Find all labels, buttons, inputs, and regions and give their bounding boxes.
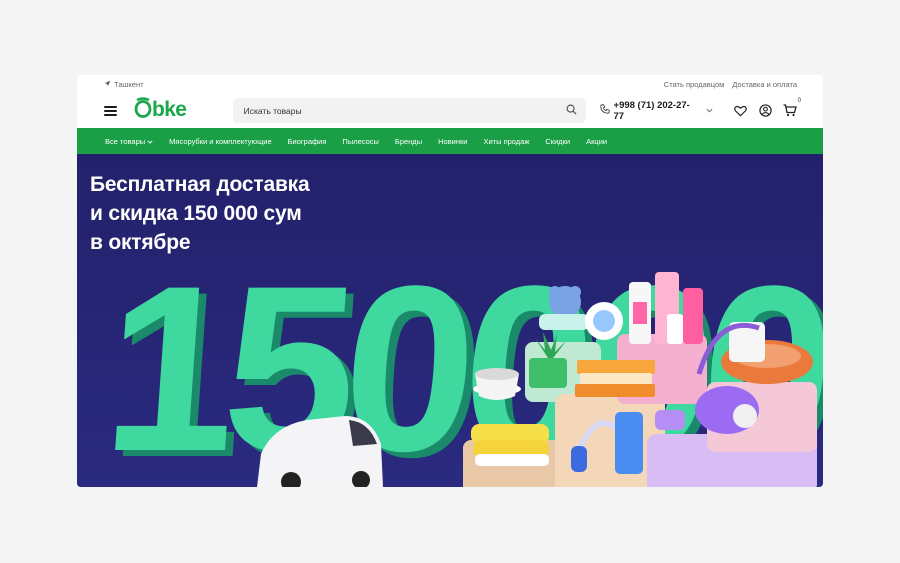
nav-item-promotions[interactable]: Акции [586, 137, 607, 146]
become-seller-link[interactable]: Стать продавцом [664, 80, 725, 89]
city-label: Ташкент [114, 79, 144, 89]
top-bar: Ташкент Стать продавцом Доставка и оплат… [77, 75, 823, 93]
headline-line-1: Бесплатная доставка [90, 173, 310, 196]
chevron-down-icon [147, 137, 153, 146]
nav-item-label: Все товары [105, 136, 146, 146]
phone-dropdown[interactable]: +998 (71) 202-27-77 [599, 99, 713, 122]
nav-item-discounts[interactable]: Скидки [545, 137, 570, 146]
search-placeholder: Искать товары [243, 105, 302, 116]
svg-text:bke: bke [152, 98, 186, 119]
category-nav: Все товары Мясорубки и комплектующие Био… [77, 128, 823, 154]
logo[interactable]: bke [134, 96, 233, 125]
headline-line-2: и скидка 150 000 сум [90, 202, 302, 225]
headline-line-3: в октябре [90, 231, 191, 254]
location-arrow-icon [104, 80, 111, 89]
chevron-down-icon [706, 106, 713, 115]
nav-item-meat-grinders[interactable]: Мясорубки и комплектующие [169, 137, 271, 146]
nav-item-bestsellers[interactable]: Хиты продаж [483, 137, 529, 146]
nav-item-new[interactable]: Новинки [438, 137, 467, 146]
cart-icon[interactable]: 0 [783, 98, 801, 118]
heart-icon[interactable] [733, 104, 747, 118]
search-icon[interactable] [566, 104, 577, 117]
delivery-payment-link[interactable]: Доставка и оплата [732, 80, 797, 89]
city-selector[interactable]: Ташкент [104, 80, 144, 89]
banner-headline: Бесплатная доставка и скидка 150 000 сум… [90, 170, 310, 257]
nav-item-biography[interactable]: Биография [288, 137, 327, 146]
nav-item-all-products[interactable]: Все товары [105, 137, 153, 146]
promo-banner[interactable]: 150000 150000 Бесплатная доставка и скид… [77, 154, 823, 487]
books-illustration [575, 360, 655, 397]
nav-item-brands[interactable]: Бренды [395, 137, 422, 146]
nav-item-vacuums[interactable]: Пылесосы [342, 137, 378, 146]
phone-number: +998 (71) 202-27-77 [613, 99, 690, 122]
clothes-illustration [471, 424, 549, 466]
page-card: Ташкент Стать продавцом Доставка и оплат… [77, 75, 823, 487]
phone-icon [599, 104, 610, 117]
hamburger-menu-icon[interactable] [104, 105, 117, 116]
cart-count-badge: 0 [797, 97, 801, 104]
header: bke Искать товары +998 (71) 202-27-77 0 [77, 93, 823, 128]
cup-illustration [473, 368, 521, 400]
search-input[interactable]: Искать товары [232, 98, 586, 123]
user-icon[interactable] [758, 104, 772, 118]
